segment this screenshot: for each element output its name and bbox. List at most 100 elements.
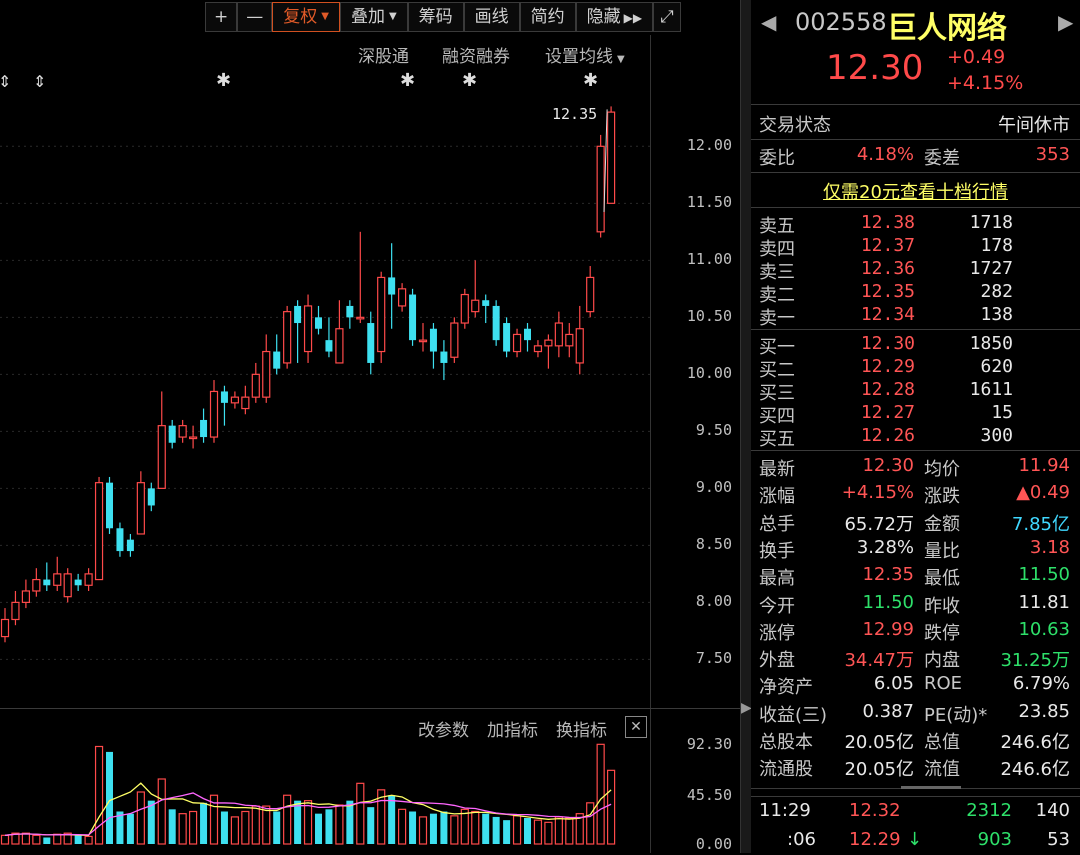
stat-value: 34.47万 [844, 650, 914, 672]
candle-body [11, 601, 20, 621]
expand-icon[interactable]: ⤢ [653, 2, 681, 32]
ask-volume: 138 [980, 304, 1013, 325]
volume-chart[interactable] [0, 740, 650, 853]
volume-bar [471, 810, 480, 845]
volume-tick-label: 45.50 [686, 785, 732, 804]
volume-bar [178, 813, 187, 845]
stat-label: 最新 [759, 459, 795, 480]
volume-bar [106, 751, 113, 844]
candle-body [440, 351, 448, 363]
stat-value: 11.81 [1018, 591, 1070, 613]
event-marker-icon[interactable]: ⇕ [33, 72, 46, 91]
stat-label: 内盘 [924, 650, 960, 672]
draw-line-button[interactable]: 画线 [463, 2, 520, 32]
volume-bar [251, 805, 260, 845]
tick-volume: 903 [977, 829, 1012, 850]
prev-stock-icon[interactable]: ◀ [761, 10, 776, 34]
candle-body [168, 425, 176, 443]
candle-body [596, 145, 605, 233]
tick-count: 140 [1035, 800, 1070, 821]
shengutong-link[interactable]: 深股通 [358, 42, 409, 67]
candle-body [409, 294, 417, 341]
down-arrow-icon: ↓ [907, 829, 923, 850]
candle-body [356, 316, 365, 320]
candle-body [503, 323, 511, 352]
switch-indicator-button[interactable]: 换指标 [556, 716, 607, 741]
candle-body [303, 305, 313, 353]
stat-value: 20.05亿 [844, 759, 914, 781]
volume-bar [200, 802, 208, 844]
fuquan-button[interactable]: 复权 ▼ [272, 2, 340, 32]
ask-row[interactable]: 卖一 12.34 138 [751, 304, 1080, 330]
level2-promo-link[interactable]: 仅需20元查看十档行情 [751, 178, 1080, 204]
candle-body [136, 482, 145, 535]
bid-volume: 1850 [969, 333, 1013, 354]
price-tick-label: 9.00 [695, 478, 732, 497]
volume-bar [303, 800, 313, 845]
stat-label: 外盘 [759, 650, 795, 672]
event-marker-icon[interactable]: ✱ [583, 70, 598, 91]
candle-body [147, 488, 155, 506]
zoom-in-button[interactable]: + [205, 2, 238, 32]
volume-bar [21, 832, 30, 845]
ma-settings-dropdown[interactable]: 设置均线 ▼ [545, 42, 625, 67]
scroll-handle[interactable] [901, 786, 961, 789]
chevron-down-icon: ▼ [388, 11, 397, 22]
event-marker-icon[interactable]: ✱ [216, 70, 231, 91]
candle-body [429, 328, 437, 352]
ask-price: 12.34 [860, 304, 915, 325]
weicha-value: 353 [1035, 144, 1070, 165]
candle-body [565, 333, 574, 347]
margin-trading-link[interactable]: 融资融券 [442, 42, 510, 67]
event-marker-icon[interactable]: ✱ [462, 70, 477, 91]
volume-bar [241, 810, 250, 845]
chart-toolbar: + — 复权 ▼ 叠加 ▼ 筹码 画线 简约 隐藏 ▶▶ ⤢ [205, 2, 681, 32]
candle-body [492, 305, 500, 341]
candle-body [230, 396, 239, 404]
candle-body [74, 579, 82, 586]
price-tick-label: 12.00 [686, 136, 732, 155]
candle-body [398, 288, 407, 307]
volume-bar [429, 813, 437, 844]
candle-body [315, 317, 322, 329]
volume-bar [492, 816, 500, 844]
price-tick-label: 9.50 [695, 421, 732, 440]
bid-price: 12.26 [860, 425, 915, 446]
overlay-button[interactable]: 叠加 ▼ [339, 2, 408, 32]
volume-bar [84, 835, 93, 845]
stat-row: 外盘 34.47万 内盘 31.25万 [751, 646, 1080, 672]
volume-bar [136, 791, 145, 845]
simple-mode-button[interactable]: 简约 [519, 2, 576, 32]
candlestick-chart[interactable] [0, 95, 650, 705]
event-marker-icon[interactable]: ✱ [400, 70, 415, 91]
zoom-out-button[interactable]: — [237, 2, 273, 32]
event-marker-icon[interactable]: ⇕ [0, 72, 11, 91]
fuquan-label: 复权 [283, 7, 318, 27]
stat-row: 最高 12.35 最低 11.50 [751, 564, 1080, 590]
stat-value: 11.94 [1018, 455, 1070, 476]
hide-button[interactable]: 隐藏 ▶▶ [575, 2, 654, 32]
stat-value: 31.25万 [1000, 650, 1070, 672]
stat-value: 246.6亿 [1000, 732, 1070, 753]
stock-name: 巨人网络 [887, 11, 1007, 46]
bid-price: 12.28 [860, 379, 915, 400]
volume-bar [596, 743, 605, 845]
stat-label: 涨跌 [924, 486, 960, 508]
current-price: 12.30 [826, 48, 924, 88]
chips-button[interactable]: 筹码 [407, 2, 464, 32]
bid-row[interactable]: 买五 12.26 300 [751, 425, 1080, 451]
candle-body [335, 328, 344, 364]
candle-body [178, 425, 187, 438]
volume-bar [126, 813, 134, 844]
candle-body [544, 339, 553, 347]
close-indicator-icon[interactable]: ✕ [625, 716, 647, 738]
edit-params-button[interactable]: 改参数 [418, 716, 469, 741]
volume-bar [32, 834, 41, 845]
ask-volume: 1727 [969, 258, 1013, 279]
bid-volume: 1611 [969, 379, 1013, 400]
add-indicator-button[interactable]: 加指标 [487, 716, 538, 741]
tick-time: 11:29 [759, 800, 811, 821]
candle-body [450, 322, 459, 358]
stat-label: 总手 [759, 513, 795, 535]
next-stock-icon[interactable]: ▶ [1058, 10, 1073, 34]
